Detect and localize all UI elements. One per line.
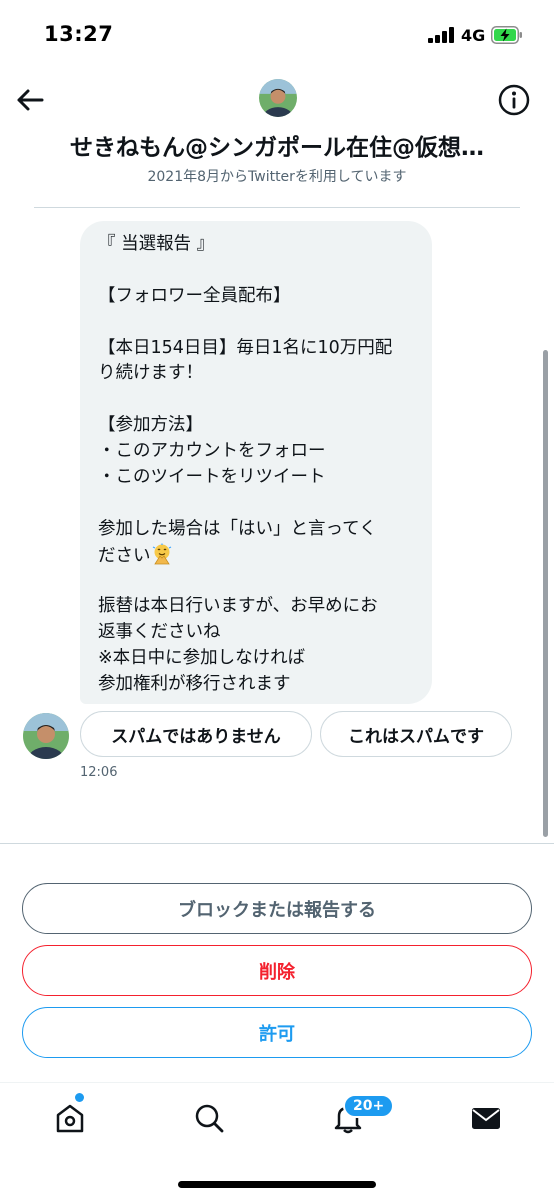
message-line-with-emoji: ださい — [98, 543, 418, 569]
back-button[interactable] — [12, 82, 48, 118]
message-line: ※本日中に参加しなければ — [98, 648, 306, 669]
report-spam-button[interactable]: これはスパムです — [320, 711, 512, 757]
home-unread-dot — [75, 1093, 84, 1102]
search-icon — [195, 1104, 224, 1133]
message-line — [98, 258, 418, 284]
network-label: 4G — [461, 26, 486, 45]
info-icon — [498, 84, 530, 116]
message-line: 参加権利が移行されます — [98, 674, 291, 695]
message-line: 参加した場合は「はい」と言ってく — [98, 518, 377, 539]
tab-messages[interactable] — [466, 1098, 506, 1138]
arrow-left-icon — [17, 89, 44, 111]
message-line: 【フォロワー全員配布】 — [98, 285, 291, 306]
sender-avatar[interactable] — [23, 713, 69, 759]
message-line: ・このアカウントをフォロー — [98, 441, 326, 462]
message-line-text: ださい — [98, 545, 151, 566]
conversation-display-name[interactable]: せきねもん@シンガポール在住@仮想… — [40, 128, 514, 162]
message-line: 『 当選報告 』 — [98, 234, 215, 254]
message-timestamp: 12:06 — [80, 765, 118, 780]
message-line — [98, 569, 418, 595]
message-line: 【本日154日目】毎日1名に10万円配 — [98, 337, 393, 358]
info-button[interactable] — [496, 82, 532, 118]
delete-button[interactable]: 削除 — [22, 945, 532, 996]
avatar-image — [23, 713, 69, 759]
signal-icon — [428, 27, 456, 43]
block-or-report-button[interactable]: ブロックまたは報告する — [22, 883, 532, 934]
home-icon — [56, 1104, 84, 1133]
message-line: 【参加方法】 — [98, 415, 203, 436]
message-line — [98, 310, 418, 336]
avatar-image — [259, 79, 297, 117]
tab-search[interactable] — [189, 1098, 229, 1138]
messages-icon — [472, 1108, 500, 1129]
message-line — [98, 387, 418, 413]
joined-date-text: 2021年8月からTwitterを利用しています — [147, 169, 407, 185]
message-bubble[interactable]: 『 当選報告 』 【フォロワー全員配布】 【本日154日目】毎日1名に10万円配… — [80, 221, 432, 704]
folded-hands-emoji-icon — [152, 543, 171, 565]
actions-divider — [0, 843, 554, 844]
allow-button[interactable]: 許可 — [22, 1007, 532, 1058]
notification-count-badge: 20+ — [343, 1094, 395, 1118]
header-divider — [34, 207, 520, 208]
message-line: 振替は本日行いますが、お早めにお — [98, 596, 378, 617]
not-spam-button[interactable]: スパムではありません — [80, 711, 312, 757]
home-indicator — [178, 1181, 376, 1188]
tab-home[interactable] — [50, 1098, 90, 1138]
message-line: 返事くださいね — [98, 622, 221, 643]
conversation-avatar[interactable] — [259, 79, 297, 117]
message-line: り続けます！ — [98, 363, 203, 384]
battery-charging-icon — [491, 26, 522, 44]
status-time: 13:27 — [44, 22, 114, 46]
scrollbar[interactable] — [543, 350, 548, 837]
message-line — [98, 491, 418, 517]
message-line: ・このツイートをリツイート — [98, 467, 326, 488]
status-bar: 13:27 4G — [0, 0, 554, 70]
tab-bar-divider — [0, 1082, 554, 1083]
